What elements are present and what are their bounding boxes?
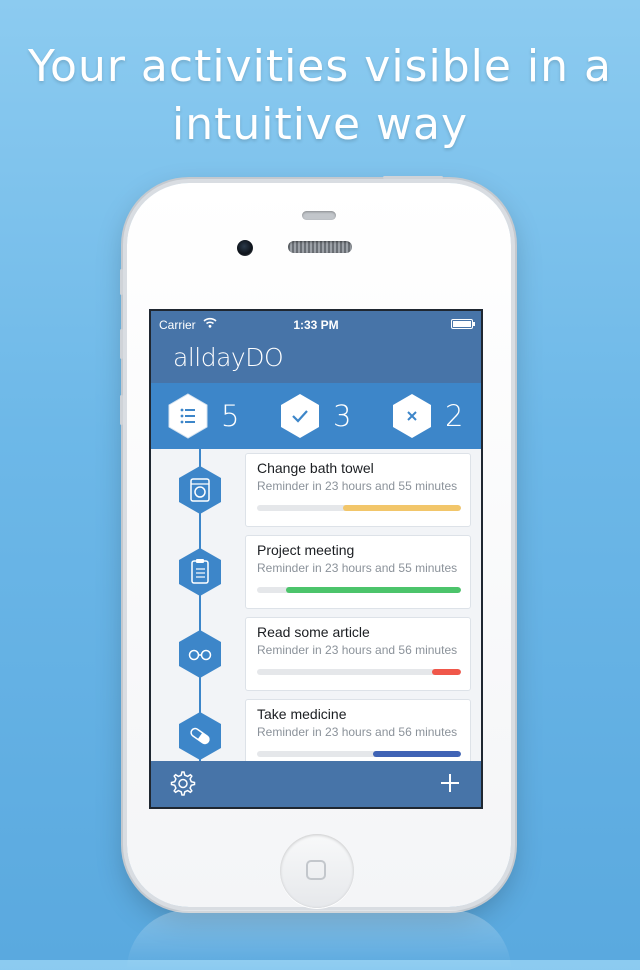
status-bar: Carrier 1:33 PM bbox=[151, 311, 481, 337]
phone-reflection bbox=[127, 910, 511, 970]
status-time: 1:33 PM bbox=[293, 318, 339, 332]
activity-progress-fill bbox=[432, 669, 461, 675]
activity-card[interactable]: Project meeting Reminder in 23 hours and… bbox=[245, 535, 471, 609]
close-icon bbox=[393, 394, 431, 438]
home-button[interactable] bbox=[280, 834, 354, 908]
volume-up-button bbox=[120, 329, 123, 359]
clipboard-icon bbox=[179, 548, 221, 596]
plus-icon[interactable] bbox=[439, 772, 461, 794]
counters-bar: 5 3 2 bbox=[151, 383, 481, 449]
check-icon bbox=[281, 394, 319, 438]
glasses-icon bbox=[179, 630, 221, 678]
activity-reminder: Reminder in 23 hours and 56 minutes bbox=[257, 725, 458, 739]
mute-switch bbox=[120, 269, 123, 295]
washing-machine-icon bbox=[179, 466, 221, 514]
activity-title: Change bath towel bbox=[257, 460, 374, 476]
activity-progress-fill bbox=[373, 751, 461, 757]
activity-title: Project meeting bbox=[257, 542, 355, 558]
activity-progress-fill bbox=[342, 505, 461, 511]
counter-all-value: 5 bbox=[221, 399, 240, 433]
headline: Your activities visible in a intuitive w… bbox=[0, 38, 640, 154]
gear-icon[interactable] bbox=[169, 770, 197, 798]
counter-done-value: 3 bbox=[333, 399, 352, 433]
activity-reminder: Reminder in 23 hours and 56 minutes bbox=[257, 643, 458, 657]
activity-reminder: Reminder in 23 hours and 55 minutes bbox=[257, 479, 458, 493]
app-display: Carrier 1:33 PM alldayDO 5 3 2 Change ba… bbox=[151, 311, 481, 807]
front-camera bbox=[237, 240, 253, 256]
power-button bbox=[383, 176, 443, 179]
headline-line-1: Your activities visible in a bbox=[28, 41, 612, 92]
counter-missed-value: 2 bbox=[445, 399, 464, 433]
bottom-toolbar bbox=[151, 761, 481, 807]
activity-progress-bar bbox=[257, 669, 461, 675]
battery-icon bbox=[451, 319, 475, 329]
activity-progress-fill bbox=[285, 587, 461, 593]
activity-card[interactable]: Change bath towel Reminder in 23 hours a… bbox=[245, 453, 471, 527]
earpiece-speaker bbox=[288, 241, 352, 253]
app-title: alldayDO bbox=[173, 343, 284, 372]
list-icon bbox=[168, 393, 208, 439]
activity-title: Take medicine bbox=[257, 706, 347, 722]
activity-card[interactable]: Take medicine Reminder in 23 hours and 5… bbox=[245, 699, 471, 761]
activity-card[interactable]: Read some article Reminder in 23 hours a… bbox=[245, 617, 471, 691]
phone-frame: Carrier 1:33 PM alldayDO 5 3 2 Change ba… bbox=[120, 176, 511, 908]
activity-progress-bar bbox=[257, 587, 461, 593]
home-square-icon bbox=[306, 860, 326, 880]
app-header: alldayDO bbox=[151, 337, 481, 383]
activity-reminder: Reminder in 23 hours and 55 minutes bbox=[257, 561, 458, 575]
activity-progress-bar bbox=[257, 751, 461, 757]
activity-list: Change bath towel Reminder in 23 hours a… bbox=[151, 449, 481, 761]
proximity-sensor bbox=[302, 211, 336, 220]
activity-progress-bar bbox=[257, 505, 461, 511]
pill-icon bbox=[179, 712, 221, 760]
phone-screen: Carrier 1:33 PM alldayDO 5 3 2 Change ba… bbox=[149, 309, 483, 809]
volume-down-button bbox=[120, 395, 123, 425]
headline-line-2: intuitive way bbox=[171, 99, 469, 150]
activity-title: Read some article bbox=[257, 624, 370, 640]
